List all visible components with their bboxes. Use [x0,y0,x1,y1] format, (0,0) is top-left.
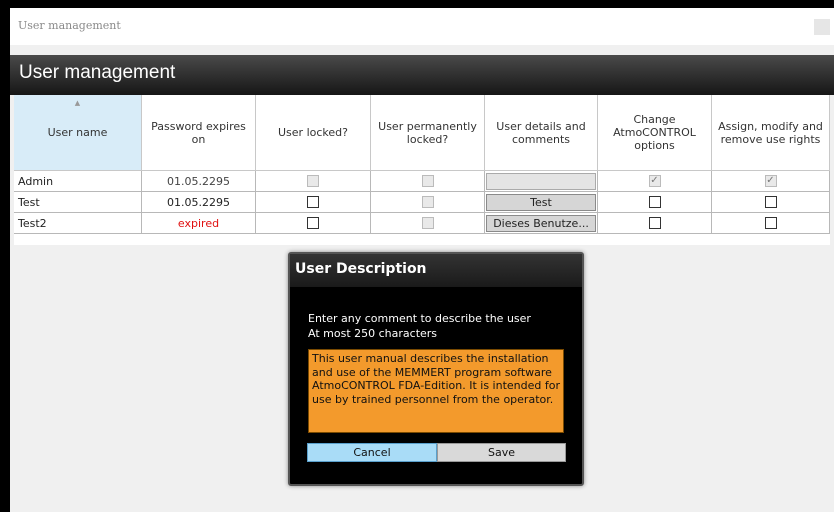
user-details-button[interactable]: Dieses Benutze... [486,214,596,232]
cell-password-expires: 01.05.2295 [142,192,256,213]
page-title: User management [19,62,176,83]
cell-assign-rights: ✓ [712,171,830,192]
change-options-checkbox[interactable] [648,196,661,208]
user-locked-checkbox [307,175,319,187]
cell-user-name: Admin [14,171,142,192]
permanently-locked-checkbox [421,196,434,208]
description-textarea[interactable]: This user manual describes the installat… [308,349,564,433]
change-options-checkbox[interactable] [648,217,661,229]
cell-assign-rights [712,213,830,234]
cell-change-options [598,213,712,234]
user-details-button [486,172,596,190]
cell-user-locked [256,192,371,213]
dialog-title: User Description [295,261,427,277]
change-options-checkbox: ✓ [648,175,661,187]
permanently-locked-checkbox [421,217,434,229]
window-titlebar: User management [10,8,834,45]
permanently-locked-checkbox [421,175,434,187]
close-icon[interactable] [814,19,830,35]
user-description-dialog: User Description Enter any comment to de… [288,252,584,486]
cell-assign-rights [712,192,830,213]
cell-user-name: Test2 [14,213,142,234]
assign-rights-checkbox: ✓ [764,175,777,187]
column-header-user-details[interactable]: User details and comments [485,95,598,171]
cell-user-details [485,171,598,192]
sort-arrow-icon: ▲ [74,99,81,107]
column-header-user-locked[interactable]: User locked? [256,95,371,171]
cancel-button[interactable]: Cancel [307,443,437,462]
dialog-instructions: Enter any comment to describe the user A… [308,311,531,341]
cell-user-name: Test [14,192,142,213]
cell-permanently-locked [371,213,485,234]
dialog-instruction-line: Enter any comment to describe the user [308,312,531,325]
save-button[interactable]: Save [437,443,566,462]
user-locked-checkbox[interactable] [307,217,319,229]
user-details-button[interactable]: Test [486,193,596,211]
cell-user-details: Dieses Benutze... [485,213,598,234]
column-header-assign-rights[interactable]: Assign, modify and remove use rights [712,95,830,171]
page-header: User management [10,55,834,95]
column-header-password-expires[interactable]: Password expires on [142,95,256,171]
dialog-instruction-line: At most 250 characters [308,327,438,340]
assign-rights-checkbox[interactable] [764,196,777,208]
column-header-permanently-locked[interactable]: User permanently locked? [371,95,485,171]
dialog-titlebar: User Description [290,254,582,287]
table-row: Test 01.05.2295 Test [14,192,830,213]
cell-user-locked [256,171,371,192]
cell-permanently-locked [371,192,485,213]
assign-rights-checkbox[interactable] [764,217,777,229]
column-header-change-options[interactable]: Change AtmoCONTROL options [598,95,712,171]
users-table: ▲ User name Password expires on User loc… [14,95,830,245]
cell-user-details: Test [485,192,598,213]
cell-user-locked [256,213,371,234]
cell-password-expires: expired [142,213,256,234]
column-header-user-name[interactable]: ▲ User name [14,95,142,171]
table-row: Admin 01.05.2295 ✓ ✓ [14,171,830,192]
cell-password-expires: 01.05.2295 [142,171,256,192]
window-title: User management [18,19,121,32]
table-row: Test2 expired Dieses Benutze... [14,213,830,234]
cell-change-options: ✓ [598,171,712,192]
user-locked-checkbox[interactable] [307,196,319,208]
cell-change-options [598,192,712,213]
cell-permanently-locked [371,171,485,192]
